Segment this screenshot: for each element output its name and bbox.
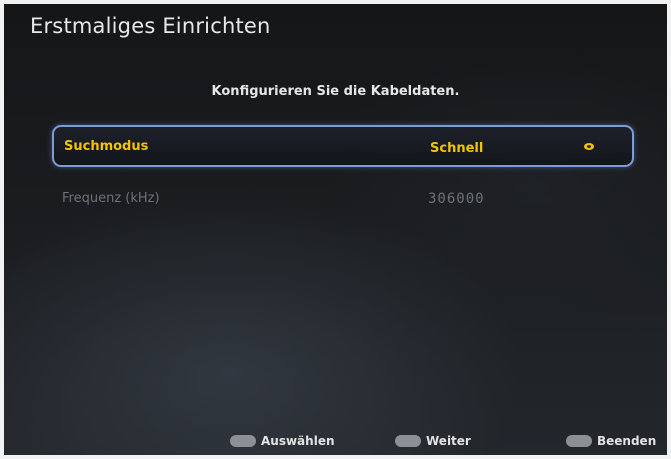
setting-value: 306000 <box>428 191 485 207</box>
instruction-text: Konfigurieren Sie die Kabeldaten. <box>211 84 460 99</box>
setting-row-suchmodus[interactable]: Suchmodus Schnell <box>52 125 634 167</box>
exit-button-icon <box>566 435 592 447</box>
hint-label: Weiter <box>426 434 471 448</box>
hint-label: Auswählen <box>261 434 335 448</box>
settings-list: Suchmodus Schnell Frequenz (kHz) 306000 <box>52 125 634 225</box>
setting-label: Suchmodus <box>64 139 149 154</box>
hint-label: Beenden <box>597 434 657 448</box>
page-title: Erstmaliges Einrichten <box>30 14 271 38</box>
cycle-options-icon[interactable] <box>584 143 594 150</box>
setting-row-frequenz[interactable]: Frequenz (kHz) 306000 <box>52 183 634 225</box>
tv-screen: Erstmaliges Einrichten Konfigurieren Sie… <box>4 4 667 455</box>
select-button-icon <box>230 435 256 447</box>
setting-label: Frequenz (kHz) <box>62 191 160 206</box>
footer-hint-beenden[interactable]: Beenden <box>566 434 656 448</box>
footer-hint-weiter[interactable]: Weiter <box>395 434 471 448</box>
enter-button-icon <box>395 435 421 447</box>
footer-hint-auswaehlen[interactable]: Auswählen <box>230 434 335 448</box>
setting-value: Schnell <box>430 141 484 156</box>
